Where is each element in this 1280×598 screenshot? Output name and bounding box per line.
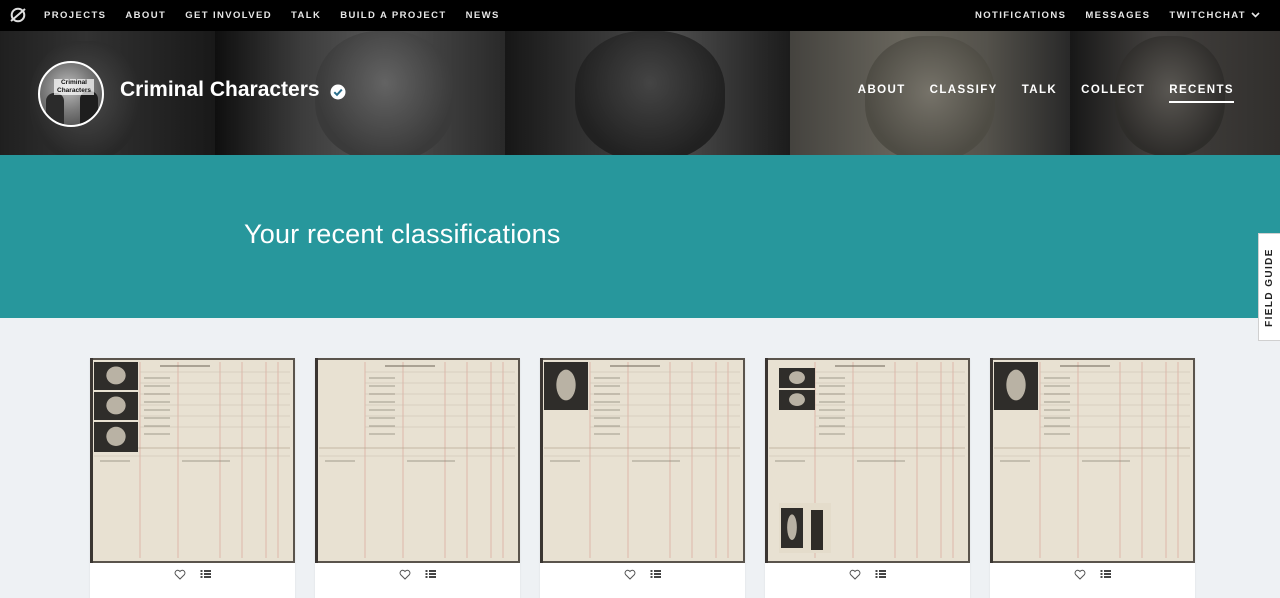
mugshot-face [106, 366, 126, 385]
mugshot-face [789, 393, 805, 406]
card-actions [90, 569, 295, 580]
nav-build-a-project[interactable]: BUILD A PROJECT [340, 10, 446, 21]
notifications-link[interactable]: NOTIFICATIONS [975, 10, 1066, 21]
card-actions [990, 569, 1195, 580]
username: TWITCHCHAT [1169, 10, 1246, 21]
heart-icon[interactable] [1074, 569, 1086, 580]
card-actions [315, 569, 520, 580]
project-nav-talk[interactable]: TALK [1022, 84, 1057, 103]
list-icon[interactable] [875, 569, 886, 579]
list-icon[interactable] [200, 569, 211, 579]
recents-hero: Your recent classifications [0, 155, 1280, 318]
binding-edge [990, 358, 993, 563]
avatar-caption: Criminal Characters [54, 79, 94, 95]
mugshot-face [789, 371, 805, 384]
mugshot-face [1006, 369, 1026, 401]
field-guide-tab[interactable]: FIELD GUIDE [1258, 233, 1280, 341]
project-title[interactable]: Criminal Characters [120, 78, 320, 102]
heart-icon[interactable] [399, 569, 411, 580]
nav-about[interactable]: ABOUT [125, 10, 166, 21]
nav-get-involved[interactable]: GET INVOLVED [185, 10, 272, 21]
nav-talk[interactable]: TALK [291, 10, 321, 21]
field-guide-label: FIELD GUIDE [1264, 247, 1275, 327]
ledger-paper [93, 360, 293, 561]
ledger-paper [318, 360, 518, 561]
binding-edge [765, 358, 768, 563]
project-avatar[interactable]: Criminal Characters [38, 61, 104, 127]
ledger-page-thumbnail[interactable] [540, 358, 745, 563]
project-nav-about[interactable]: ABOUT [858, 84, 906, 103]
binding-edge [315, 358, 318, 563]
recents-grid [90, 358, 1195, 598]
project-header: Criminal Characters Criminal Characters … [0, 31, 1280, 155]
project-nav: ABOUT CLASSIFY TALK COLLECT RECENTS [858, 84, 1234, 103]
project-nav-collect[interactable]: COLLECT [1081, 84, 1145, 103]
global-nav: PROJECTS ABOUT GET INVOLVED TALK BUILD A… [44, 0, 500, 31]
mugshot-face [106, 396, 126, 415]
mugshot-face [106, 426, 126, 446]
zooniverse-logo-icon[interactable] [9, 6, 27, 24]
avatar-figure [80, 91, 98, 125]
binding-edge [90, 358, 93, 563]
messages-link[interactable]: MESSAGES [1085, 10, 1150, 21]
list-icon[interactable] [425, 569, 436, 579]
ledger-page-thumbnail[interactable] [765, 358, 970, 563]
heart-icon[interactable] [849, 569, 861, 580]
page-title: Your recent classifications [244, 219, 561, 249]
ledger-page-thumbnail[interactable] [315, 358, 520, 563]
ledger-page-thumbnail[interactable] [990, 358, 1195, 563]
recent-classification-card[interactable] [990, 358, 1195, 598]
user-menu[interactable]: TWITCHCHAT [1169, 10, 1260, 21]
heart-icon[interactable] [174, 569, 186, 580]
recent-classification-card[interactable] [765, 358, 970, 598]
avatar-figure [46, 93, 64, 125]
ledger-page-thumbnail[interactable] [90, 358, 295, 563]
card-actions [765, 569, 970, 580]
list-icon[interactable] [1100, 569, 1111, 579]
global-nav-bar: PROJECTS ABOUT GET INVOLVED TALK BUILD A… [0, 0, 1280, 31]
heart-icon[interactable] [624, 569, 636, 580]
chevron-down-icon [1251, 12, 1260, 19]
check-badge-icon [330, 84, 346, 100]
mugshot-face [787, 514, 797, 540]
project-nav-classify[interactable]: CLASSIFY [930, 84, 998, 103]
card-actions [540, 569, 745, 580]
mugshot-face [556, 369, 576, 401]
user-nav: NOTIFICATIONS MESSAGES TWITCHCHAT [975, 0, 1260, 31]
nav-news[interactable]: NEWS [466, 10, 500, 21]
standing-figure [811, 510, 823, 550]
project-nav-recents[interactable]: RECENTS [1169, 84, 1234, 103]
recent-classification-card[interactable] [315, 358, 520, 598]
list-icon[interactable] [650, 569, 661, 579]
binding-edge [540, 358, 543, 563]
recent-classification-card[interactable] [90, 358, 295, 598]
recent-classification-card[interactable] [540, 358, 745, 598]
nav-projects[interactable]: PROJECTS [44, 10, 106, 21]
